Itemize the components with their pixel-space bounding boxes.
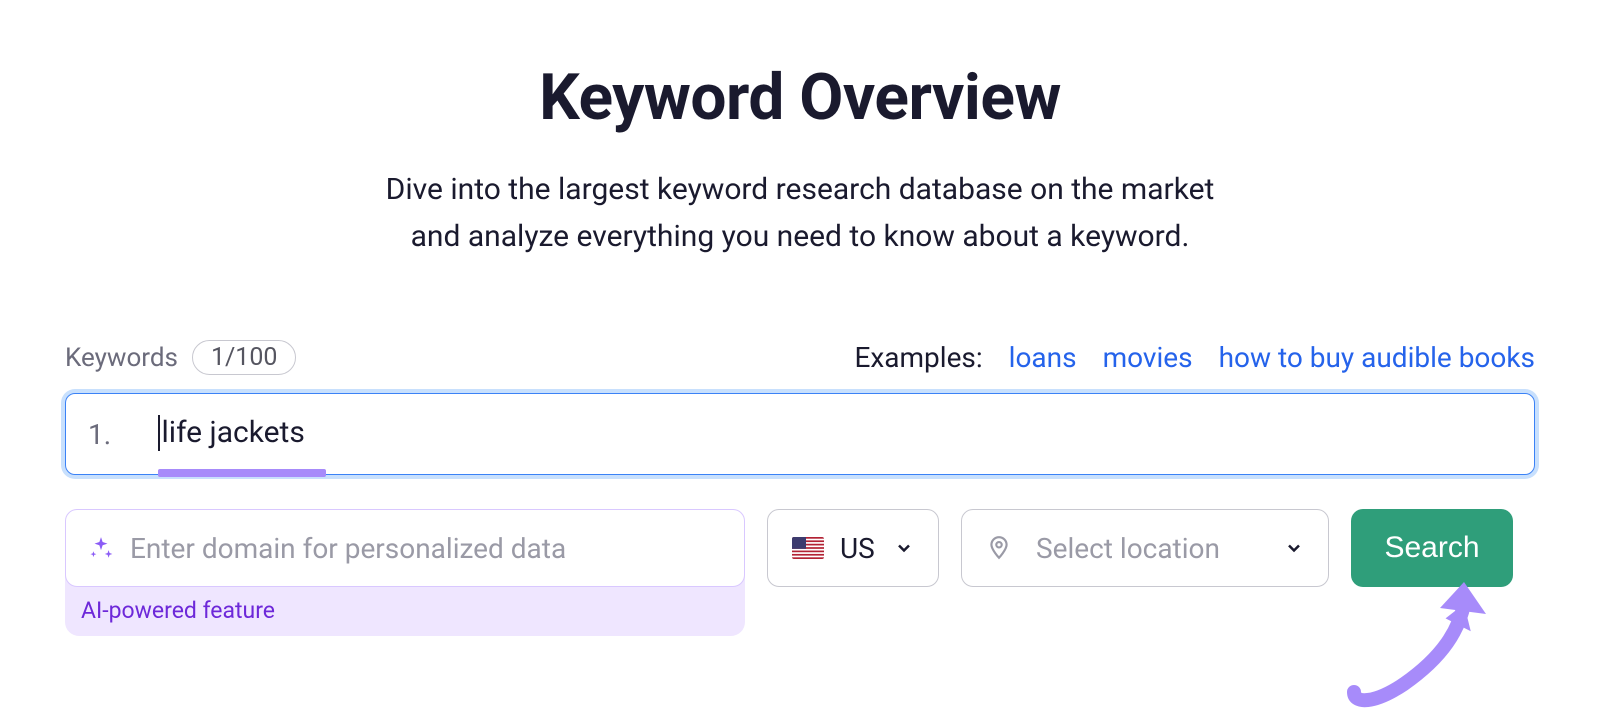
page-subtitle: Dive into the largest keyword research d… <box>65 167 1535 260</box>
keywords-count-badge: 1/100 <box>192 340 297 375</box>
keyword-input-value: life jackets <box>158 415 1512 452</box>
location-placeholder: Select location <box>1036 532 1268 565</box>
domain-placeholder: Enter domain for personalized data <box>130 532 566 565</box>
domain-input[interactable]: Enter domain for personalized data <box>65 509 745 587</box>
keywords-label-group: Keywords 1/100 <box>65 340 296 375</box>
chevron-down-icon <box>894 538 914 558</box>
keyword-row-number: 1. <box>88 418 158 451</box>
keyword-text-value: life jackets <box>162 415 305 450</box>
sparkle-icon <box>88 535 114 561</box>
example-link-movies[interactable]: movies <box>1103 341 1193 374</box>
keywords-label: Keywords <box>65 343 178 373</box>
examples-label: Examples: <box>854 341 982 374</box>
location-select[interactable]: Select location <box>961 509 1329 587</box>
chevron-down-icon <box>1284 538 1304 558</box>
example-link-audible[interactable]: how to buy audible books <box>1219 341 1535 374</box>
subtitle-line-1: Dive into the largest keyword research d… <box>386 172 1215 207</box>
location-pin-icon <box>986 535 1012 561</box>
country-code: US <box>840 532 875 565</box>
ai-caption: AI-powered feature <box>65 587 745 624</box>
us-flag-icon <box>792 537 824 559</box>
country-select[interactable]: US <box>767 509 939 587</box>
ai-feature-panel: Enter domain for personalized data AI-po… <box>65 509 745 636</box>
keyword-input[interactable]: 1. life jackets <box>65 393 1535 475</box>
text-cursor <box>158 415 160 451</box>
example-link-loans[interactable]: loans <box>1009 341 1077 374</box>
highlight-underline <box>158 469 326 477</box>
page-title: Keyword Overview <box>65 60 1535 135</box>
search-button[interactable]: Search <box>1351 509 1513 587</box>
subtitle-line-2: and analyze everything you need to know … <box>411 219 1190 254</box>
examples-group: Examples: loans movies how to buy audibl… <box>854 341 1535 374</box>
